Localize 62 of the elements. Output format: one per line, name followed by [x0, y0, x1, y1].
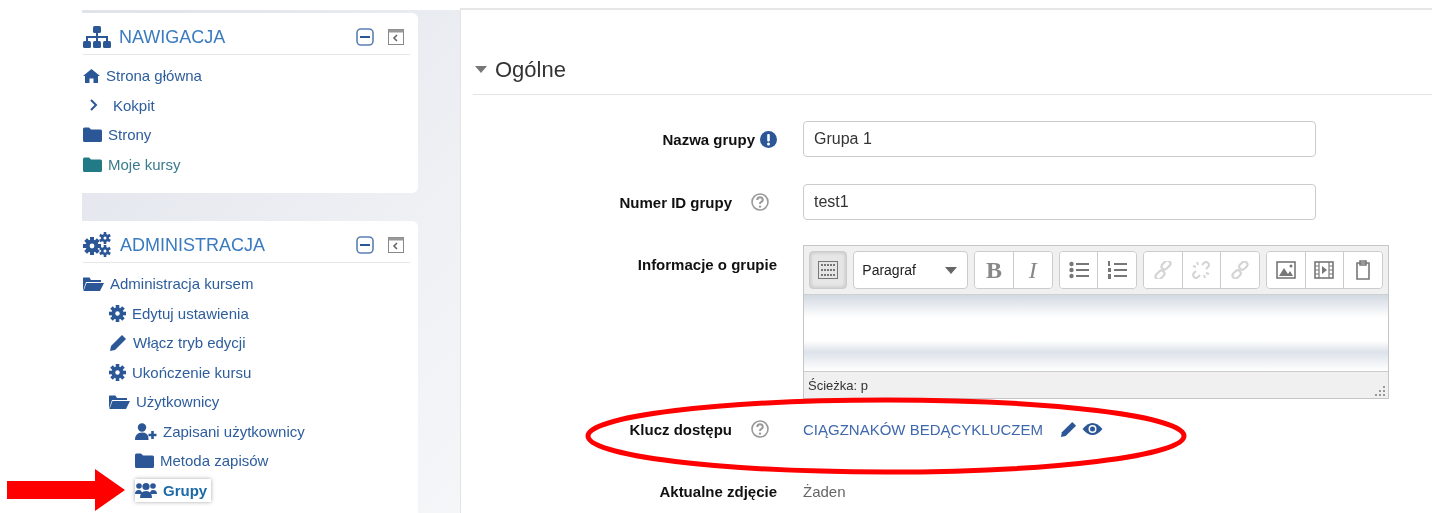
toolbar-button[interactable]	[1098, 252, 1137, 288]
sitemap-icon	[83, 26, 111, 48]
block-title: ADMINISTRACJA	[120, 234, 266, 256]
link-icon	[1154, 261, 1173, 279]
format-dropdown[interactable]: Paragraf	[853, 251, 969, 289]
toolbar-button[interactable]	[1267, 252, 1306, 288]
numbered-list-icon	[1107, 261, 1128, 279]
nav-link[interactable]: Moje kursy	[83, 149, 181, 179]
pencil-icon	[109, 333, 127, 352]
collapse-button[interactable]	[356, 236, 374, 254]
nav-link[interactable]: Kokpit	[83, 90, 155, 120]
nav-link[interactable]: Strony	[83, 120, 152, 150]
users-icon	[135, 482, 157, 498]
italic-button[interactable]: I	[1013, 252, 1052, 288]
nav-link[interactable]: Grupy	[135, 478, 212, 502]
nav-link[interactable]: Ukończenie kursu	[109, 357, 252, 387]
folder-icon	[83, 156, 102, 172]
field-label: Informacje o grupie	[637, 255, 777, 273]
caret-icon[interactable]	[475, 66, 487, 74]
link-icon	[1231, 261, 1250, 279]
eye-icon[interactable]	[1082, 422, 1104, 436]
dock-button[interactable]	[388, 237, 404, 253]
nav-link[interactable]: Administracja kursem	[83, 269, 254, 299]
nav-link[interactable]: Edytuj ustawienia	[109, 298, 249, 328]
film-icon	[1314, 261, 1335, 279]
nav-link[interactable]: Metoda zapisów	[135, 446, 269, 476]
section-heading: Ogólne	[495, 56, 566, 84]
field-label: Aktualne zdjęcie	[659, 482, 777, 500]
toolbar-button[interactable]	[1059, 252, 1099, 288]
nav-link[interactable]: Strona główna	[83, 61, 202, 91]
editor-path: Ścieżka: p	[808, 377, 868, 393]
block-title: NAWIGACJA	[119, 26, 227, 48]
text-field[interactable]: Grupa 1	[803, 121, 1316, 157]
field-label: Numer ID grupy	[619, 193, 732, 211]
nav-link[interactable]: Użytkownicy	[109, 387, 220, 417]
collapse-button[interactable]	[356, 28, 374, 46]
text-field[interactable]: test1	[803, 184, 1316, 220]
home-icon	[83, 68, 100, 83]
clipboard-icon	[1353, 260, 1372, 280]
field-value: Żaden	[803, 482, 846, 500]
resize-handle-icon[interactable]	[1374, 385, 1385, 396]
bullet-list-icon	[1068, 261, 1089, 279]
toolbar-toggle-button[interactable]	[809, 251, 848, 289]
caret-icon	[945, 266, 958, 274]
gear-icon	[109, 363, 126, 381]
field-label: Nazwa grupy	[662, 130, 755, 148]
broken-link-icon	[1192, 261, 1211, 279]
gear-icon	[109, 304, 126, 322]
toolbar-button[interactable]	[1305, 252, 1344, 288]
field-label: Klucz dostępu	[629, 420, 732, 438]
image-icon	[1275, 261, 1296, 279]
help-icon[interactable]	[751, 420, 769, 438]
toolbar-button[interactable]	[1343, 252, 1382, 288]
dock-button[interactable]	[388, 29, 404, 45]
bold-button[interactable]: B	[975, 252, 1014, 288]
nav-link[interactable]: Włącz tryb edycji	[109, 328, 246, 358]
access-key-link[interactable]: CIĄGZNAKÓW BEDĄCYKLUCZEM	[803, 420, 1044, 438]
nav-link[interactable]: Zapisani użytkownicy	[135, 416, 305, 446]
pencil-icon[interactable]	[1060, 420, 1078, 438]
keyboard-icon	[818, 261, 839, 279]
help-icon[interactable]	[751, 193, 769, 211]
user-plus-icon	[135, 422, 157, 440]
